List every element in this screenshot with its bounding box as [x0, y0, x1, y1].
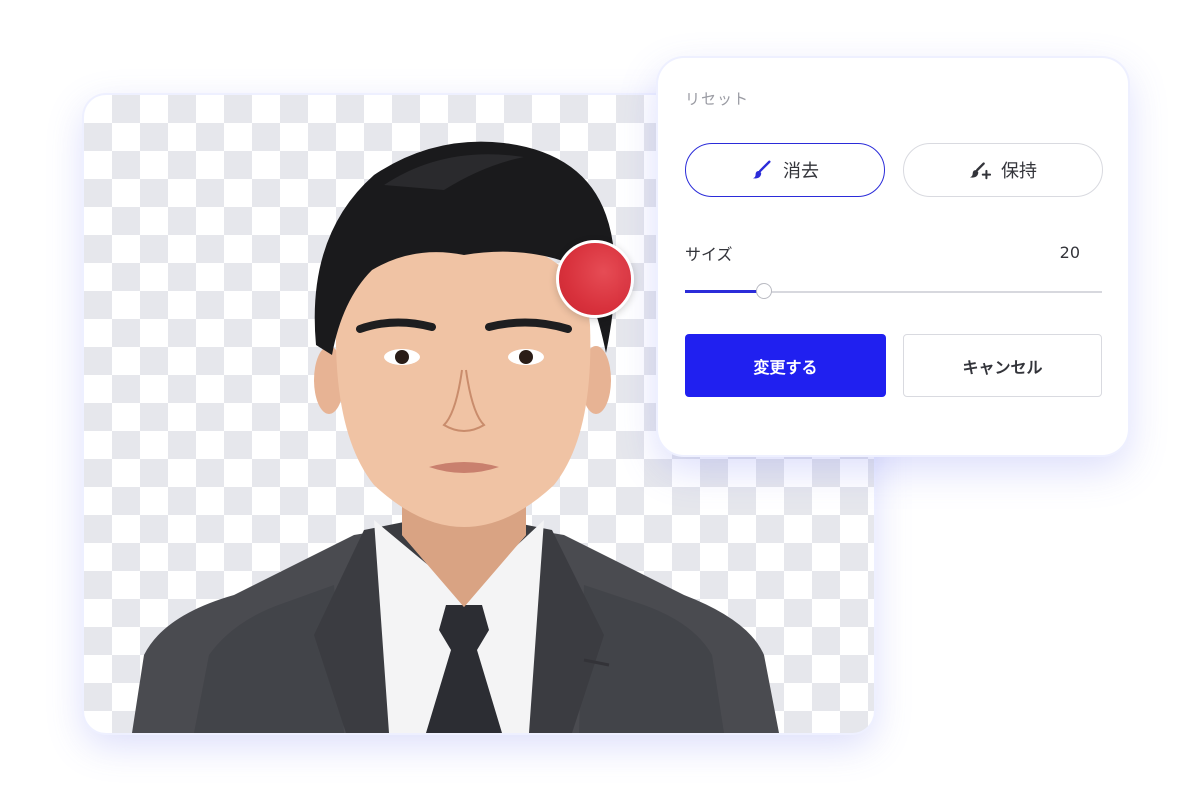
size-slider[interactable]: [685, 280, 1102, 304]
reset-link[interactable]: リセット: [685, 88, 749, 109]
brush-icon: [752, 160, 771, 179]
keep-mode-label: 保持: [1001, 161, 1037, 182]
slider-thumb[interactable]: [756, 283, 773, 299]
apply-button[interactable]: 変更する: [685, 334, 886, 397]
size-value: 20: [1059, 243, 1080, 262]
editor-stage: リセット 消去 保持 サイズ 20 変更する キャンセル: [0, 0, 1200, 800]
brush-cursor[interactable]: [556, 240, 634, 318]
brush-plus-icon: [969, 162, 991, 180]
slider-fill: [685, 290, 765, 293]
keep-mode-button[interactable]: 保持: [903, 143, 1103, 197]
erase-mode-label: 消去: [783, 161, 819, 182]
cancel-button[interactable]: キャンセル: [903, 334, 1102, 397]
erase-mode-button[interactable]: 消去: [685, 143, 885, 197]
size-label: サイズ: [685, 245, 733, 264]
brush-settings-panel: リセット 消去 保持 サイズ 20 変更する キャンセル: [658, 58, 1128, 455]
